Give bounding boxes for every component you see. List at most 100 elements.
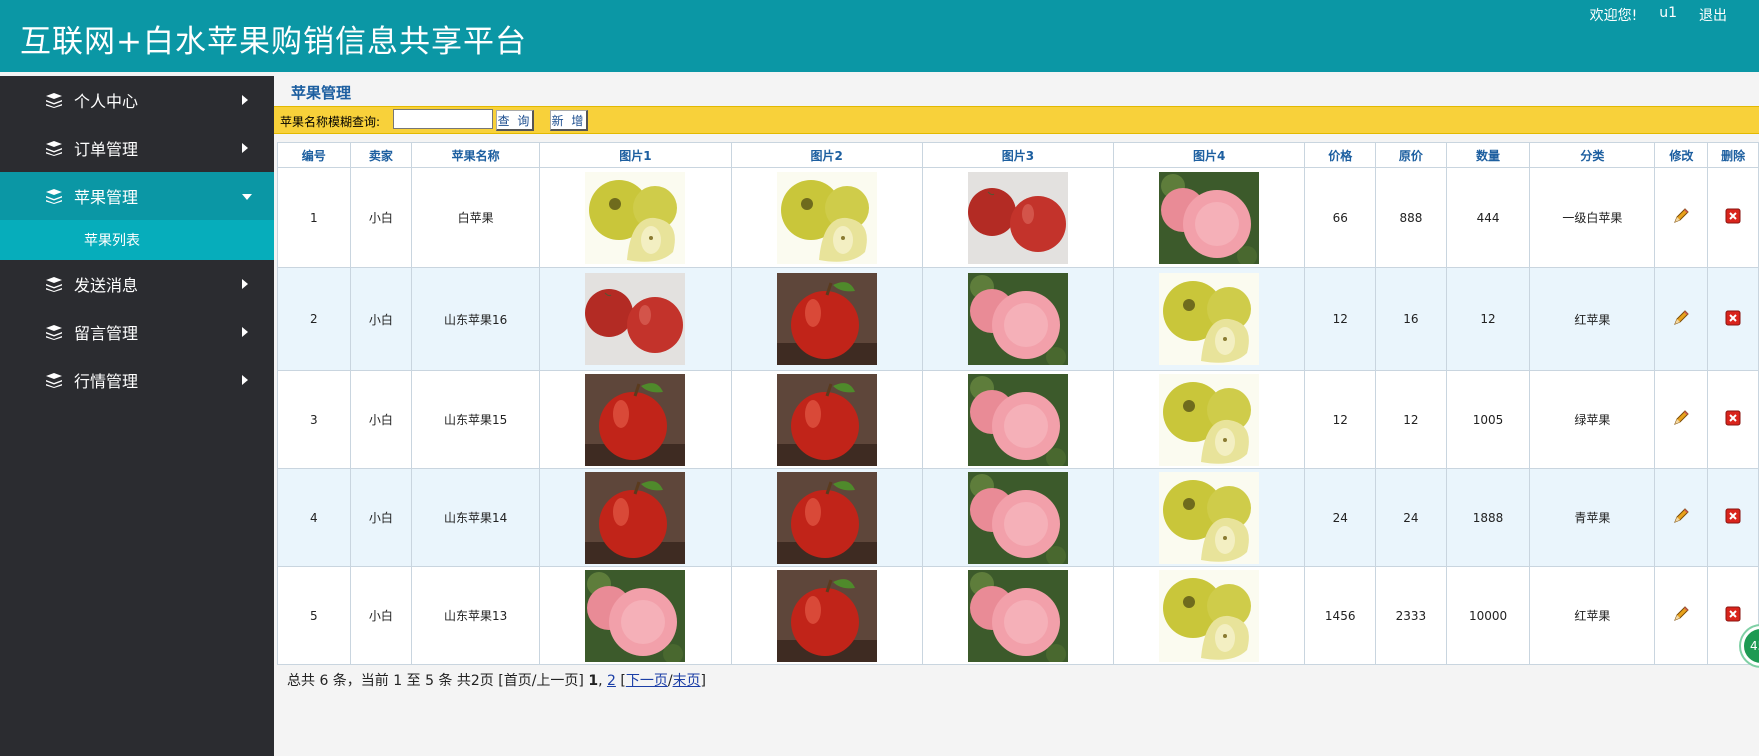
apple-photo bbox=[967, 569, 1068, 662]
column-header: 卖家 bbox=[349, 142, 413, 168]
pagination-summary: 总共 6 条，当前 1 至 5 条 共2页 bbox=[287, 673, 494, 689]
query-button[interactable]: 查 询 bbox=[496, 110, 534, 131]
current-page: 1 bbox=[588, 673, 599, 689]
column-header: 图片1 bbox=[539, 142, 732, 168]
sidebar-item-3[interactable]: 发送消息 bbox=[0, 260, 274, 308]
cell-name: 白苹果 bbox=[411, 167, 541, 268]
cell-price: 12 bbox=[1304, 370, 1377, 469]
edit-button[interactable] bbox=[1654, 167, 1709, 268]
chevron-right-icon bbox=[242, 95, 248, 105]
pencil-icon[interactable] bbox=[1672, 309, 1690, 327]
page-2-link[interactable]: 2 bbox=[607, 673, 616, 689]
column-header: 价格 bbox=[1304, 142, 1377, 168]
apple-photo bbox=[585, 171, 686, 264]
cell-seller: 小白 bbox=[349, 566, 413, 665]
cell-quantity: 444 bbox=[1445, 167, 1531, 268]
cell-image bbox=[730, 468, 923, 567]
apple-photo bbox=[967, 471, 1068, 564]
cell-image bbox=[921, 267, 1115, 371]
delete-icon[interactable] bbox=[1725, 606, 1741, 622]
delete-icon[interactable] bbox=[1725, 310, 1741, 326]
user-bar: 欢迎您! u1 退出 bbox=[1590, 5, 1727, 25]
delete-icon[interactable] bbox=[1725, 508, 1741, 524]
pencil-icon[interactable] bbox=[1672, 207, 1690, 225]
search-label: 苹果名称模糊查询: bbox=[280, 115, 381, 129]
table-row: 3 小白 山东苹果15 12 12 1005 绿苹果 bbox=[277, 370, 1759, 469]
stack-icon bbox=[46, 141, 62, 156]
delete-button[interactable] bbox=[1707, 468, 1759, 567]
welcome-text: 欢迎您! bbox=[1589, 8, 1638, 24]
pagination: 总共 6 条，当前 1 至 5 条 共2页 [首页/上一页] 1, 2 [下一页… bbox=[287, 673, 707, 689]
top-header: 互联网+白水苹果购销信息共享平台 欢迎您! u1 退出 bbox=[0, 0, 1759, 72]
cell-id: 4 bbox=[277, 468, 351, 567]
apple-photo bbox=[776, 569, 877, 662]
pencil-icon[interactable] bbox=[1672, 507, 1690, 525]
cell-seller: 小白 bbox=[349, 267, 413, 371]
edit-button[interactable] bbox=[1654, 566, 1709, 665]
page-title: 苹果管理 bbox=[291, 84, 352, 102]
sidebar-item-label: 订单管理 bbox=[74, 140, 139, 159]
apple-photo bbox=[967, 171, 1068, 264]
cell-name: 山东苹果16 bbox=[411, 267, 541, 371]
cell-id: 3 bbox=[277, 370, 351, 469]
cell-image bbox=[921, 370, 1115, 469]
edit-button[interactable] bbox=[1654, 267, 1709, 371]
column-header: 编号 bbox=[277, 142, 351, 168]
cell-image bbox=[539, 167, 732, 268]
search-input[interactable] bbox=[393, 109, 493, 129]
sidebar-item-0[interactable]: 个人中心 bbox=[0, 76, 274, 124]
search-bar: 苹果名称模糊查询: 查 询 新 增 bbox=[274, 106, 1759, 134]
sidebar-item-5[interactable]: 行情管理 bbox=[0, 356, 274, 404]
cell-category: 红苹果 bbox=[1529, 566, 1656, 665]
delete-icon[interactable] bbox=[1725, 410, 1741, 426]
sidebar-item-label: 苹果管理 bbox=[74, 188, 139, 207]
cell-category: 红苹果 bbox=[1529, 267, 1656, 371]
sidebar-subitem-apple-list[interactable]: 苹果列表 bbox=[0, 220, 274, 260]
pencil-icon[interactable] bbox=[1672, 409, 1690, 427]
cell-id: 1 bbox=[277, 167, 351, 268]
apple-photo bbox=[967, 273, 1068, 365]
chevron-right-icon bbox=[242, 279, 248, 289]
cell-seller: 小白 bbox=[349, 468, 413, 567]
cell-image bbox=[730, 566, 923, 665]
cell-quantity: 10000 bbox=[1445, 566, 1531, 665]
pencil-icon[interactable] bbox=[1672, 605, 1690, 623]
cell-id: 5 bbox=[277, 566, 351, 665]
cell-image bbox=[730, 167, 923, 268]
next-page-link[interactable]: 下一页 bbox=[626, 673, 668, 689]
username-link[interactable]: u1 bbox=[1659, 5, 1677, 25]
last-page-link[interactable]: 末页 bbox=[673, 673, 701, 689]
sidebar-item-2[interactable]: 苹果管理 bbox=[0, 172, 274, 220]
sidebar-item-label: 发送消息 bbox=[74, 276, 139, 295]
chevron-right-icon bbox=[242, 327, 248, 337]
cell-image bbox=[1113, 167, 1306, 268]
apple-table: 编号 卖家 苹果名称 图片1 图片2 图片3 图片4 价格 原价 数量 分类 修改 删除 1 小白 白苹果 66… bbox=[277, 142, 1759, 665]
edit-button[interactable] bbox=[1654, 468, 1709, 567]
cell-image bbox=[921, 167, 1115, 268]
cell-name: 山东苹果13 bbox=[411, 566, 541, 665]
cell-seller: 小白 bbox=[349, 370, 413, 469]
delete-button[interactable] bbox=[1707, 267, 1759, 371]
cell-category: 绿苹果 bbox=[1529, 370, 1656, 469]
cell-original-price: 16 bbox=[1375, 267, 1447, 371]
sidebar-item-4[interactable]: 留言管理 bbox=[0, 308, 274, 356]
chevron-right-icon bbox=[242, 375, 248, 385]
logout-link[interactable]: 退出 bbox=[1699, 5, 1727, 25]
delete-icon[interactable] bbox=[1725, 208, 1741, 224]
cell-id: 2 bbox=[277, 267, 351, 371]
column-header: 图片4 bbox=[1113, 142, 1306, 168]
delete-button[interactable] bbox=[1707, 167, 1759, 268]
sidebar-item-1[interactable]: 订单管理 bbox=[0, 124, 274, 172]
cell-price: 1456 bbox=[1304, 566, 1377, 665]
add-button[interactable]: 新 增 bbox=[550, 110, 588, 131]
cell-original-price: 2333 bbox=[1375, 566, 1447, 665]
column-header: 原价 bbox=[1375, 142, 1447, 168]
stack-icon bbox=[46, 93, 62, 108]
cell-seller: 小白 bbox=[349, 167, 413, 268]
cell-name: 山东苹果14 bbox=[411, 468, 541, 567]
edit-button[interactable] bbox=[1654, 370, 1709, 469]
cell-name: 山东苹果15 bbox=[411, 370, 541, 469]
cell-quantity: 1888 bbox=[1445, 468, 1531, 567]
delete-button[interactable] bbox=[1707, 370, 1759, 469]
app-title: 互联网+白水苹果购销信息共享平台 bbox=[20, 24, 527, 60]
